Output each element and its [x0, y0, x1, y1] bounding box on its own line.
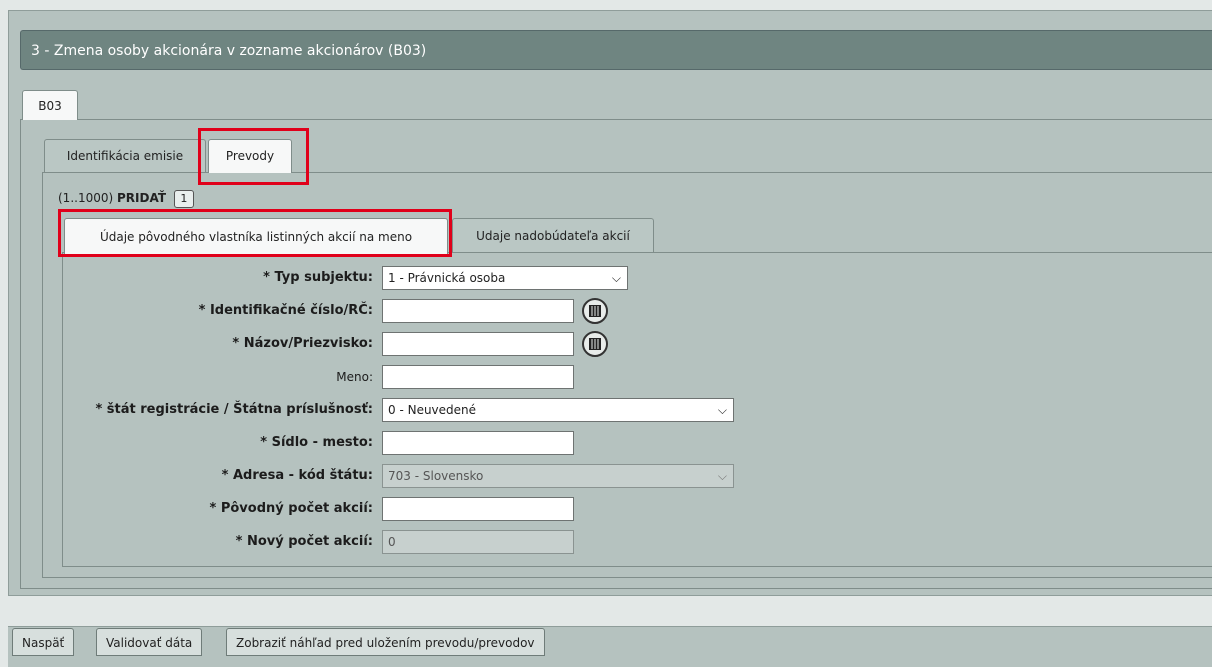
typ-subjektu-value: 1 - Právnická osoba — [388, 271, 506, 285]
tab-b03[interactable]: B03 — [22, 90, 78, 120]
meno-input[interactable] — [382, 365, 574, 389]
sidlo-input[interactable] — [382, 431, 574, 455]
meno-label: Meno: — [336, 370, 373, 384]
povodny-pocet-label: * Pôvodný počet akcií: — [209, 501, 373, 516]
chevron-down-icon: ⌵ — [717, 469, 727, 483]
transfer-count-button[interactable]: 1 — [173, 190, 194, 208]
ico-label: * Identifikačné číslo/RČ: — [198, 303, 373, 318]
novy-pocet-input: 0 — [382, 530, 574, 554]
preview-button[interactable]: Zobraziť náhľad pred uložením prevodu/pr… — [226, 628, 545, 656]
povodny-pocet-input[interactable] — [382, 497, 574, 521]
pridat-row: (1..1000) PRIDAŤ 1 — [58, 189, 194, 208]
adresa-label: * Adresa - kód štátu: — [221, 468, 373, 483]
typ-subjektu-select[interactable]: 1 - Právnická osoba ⌵ — [382, 266, 628, 290]
adresa-select: 703 - Slovensko ⌵ — [382, 464, 734, 488]
adresa-value: 703 - Slovensko — [388, 469, 484, 483]
novy-pocet-label: * Nový počet akcií: — [235, 534, 373, 549]
stat-value: 0 - Neuvedené — [388, 403, 477, 417]
ico-input[interactable] — [382, 299, 574, 323]
pridat-range: (1..1000) — [58, 191, 114, 205]
tab-identifikacia-emisie[interactable]: Identifikácia emisie — [44, 139, 206, 172]
pridat-button[interactable]: PRIDAŤ — [117, 191, 166, 205]
book-lookup-icon[interactable] — [582, 331, 608, 357]
book-lookup-icon[interactable] — [582, 298, 608, 324]
chevron-down-icon: ⌵ — [611, 271, 621, 285]
nazov-input[interactable] — [382, 332, 574, 356]
nazov-label: * Názov/Priezvisko: — [232, 336, 373, 351]
back-button[interactable]: Naspäť — [12, 628, 75, 656]
page-title: 3 - Zmena osoby akcionára v zozname akci… — [20, 30, 1212, 70]
validate-button[interactable]: Validovať dáta — [96, 628, 203, 656]
highlight-udaje-tab — [58, 209, 452, 257]
tab-udaje-nadobudatela[interactable]: Udaje nadobúdateľa akcií — [452, 218, 654, 252]
highlight-prevody — [198, 128, 309, 185]
typ-subjektu-label: * Typ subjektu: — [263, 270, 373, 285]
stat-label: * štát registrácie / Štátna príslušnosť: — [95, 402, 373, 417]
sidlo-label: * Sídlo - mesto: — [260, 435, 373, 450]
chevron-down-icon: ⌵ — [717, 403, 727, 417]
stat-select[interactable]: 0 - Neuvedené ⌵ — [382, 398, 734, 422]
